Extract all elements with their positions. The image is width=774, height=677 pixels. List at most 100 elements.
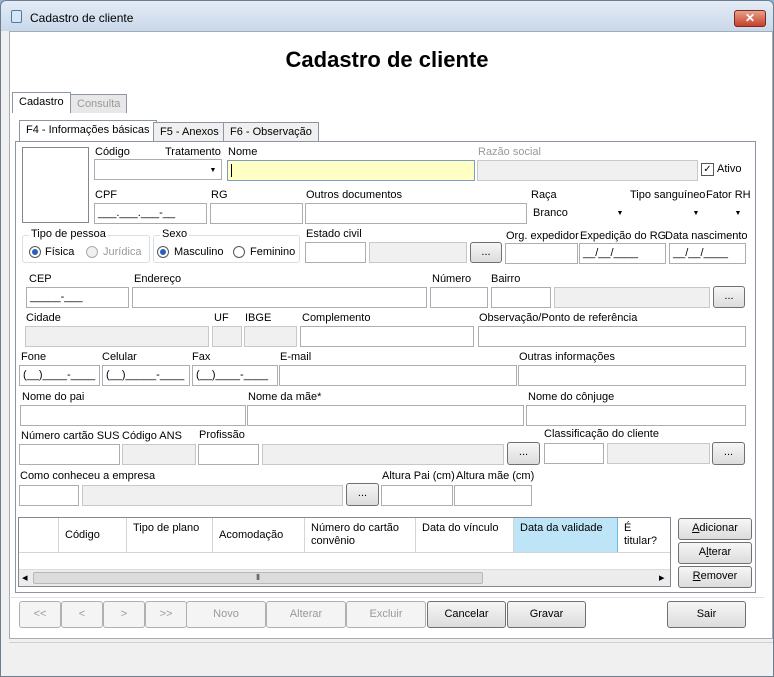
estado-civil-code-input[interactable] [305, 242, 366, 263]
raca-label: Raça [531, 189, 557, 201]
fator-rh-label: Fator RH [706, 189, 751, 201]
ativo-checkbox[interactable]: ✓ [701, 163, 714, 176]
last-record-button[interactable]: >> [145, 601, 187, 628]
grid-column-header[interactable]: Tipo de plano [127, 518, 213, 552]
grid-column-header[interactable]: É titular? [618, 518, 670, 552]
app-icon [11, 10, 22, 23]
profissao-code-input[interactable] [198, 444, 259, 465]
outros-documentos-label: Outros documentos [306, 189, 402, 201]
bairro-search-button[interactable]: ... [713, 286, 745, 308]
first-record-button[interactable]: << [19, 601, 61, 628]
outras-informacoes-input[interactable] [518, 365, 746, 386]
grid-column-header[interactable]: Acomodação [213, 518, 305, 552]
estado-civil-search-button[interactable]: ... [470, 242, 502, 263]
expedicao-rg-label: Expedição do RG [580, 230, 667, 242]
feminino-radio[interactable] [233, 246, 245, 258]
grid-column-header[interactable]: Código [59, 518, 127, 552]
como-conheceu-code-input[interactable] [19, 485, 79, 506]
endereco-label: Endereço [134, 273, 182, 285]
cpf-input[interactable]: ___.___.___-__ [94, 203, 207, 224]
profissao-desc-input [262, 444, 504, 465]
outras-informacoes-label: Outras informações [519, 351, 615, 363]
codigo-ans-input [122, 444, 196, 465]
uf-input [212, 326, 242, 347]
tab-cadastro[interactable]: Cadastro [12, 92, 71, 114]
grid-column-header[interactable]: Data da validade [514, 518, 618, 552]
tab-anexos[interactable]: F5 - Anexos [153, 122, 226, 141]
raca-dropdown-icon[interactable]: ▼ [613, 204, 627, 223]
data-nascimento-input[interactable]: __/__/____ [669, 243, 746, 264]
cep-input[interactable]: _____-___ [26, 287, 129, 308]
fone-input[interactable]: (__)____-____ [19, 365, 100, 386]
rg-input[interactable] [210, 203, 303, 224]
bairro-code-input[interactable] [491, 287, 551, 308]
email-label: E-mail [280, 351, 312, 363]
juridica-label: Jurídica [103, 246, 142, 258]
como-conheceu-search-button[interactable]: ... [346, 483, 379, 506]
grid-column-header[interactable]: Data do vínculo [416, 518, 514, 552]
celular-input[interactable]: (__)_____-____ [102, 365, 190, 386]
tab-info-basicas[interactable]: F4 - Informações básicas [19, 120, 157, 142]
planos-grid[interactable]: Código Tipo de plano Acomodação Número d… [18, 517, 671, 587]
tratamento-dropdown-icon[interactable]: ▼ [206, 161, 220, 180]
cancelar-button[interactable]: Cancelar [427, 601, 506, 628]
classificacao-search-button[interactable]: ... [712, 442, 745, 465]
altura-mae-input[interactable] [454, 485, 532, 506]
grid-column-header[interactable]: Número do cartão convênio [305, 518, 416, 552]
page-title: Cadastro de cliente [285, 47, 489, 72]
alterar-button[interactable]: Alterar [266, 601, 346, 628]
excluir-button[interactable]: Excluir [346, 601, 426, 628]
photo-box[interactable] [22, 147, 89, 223]
tipo-sanguineo-dropdown-icon[interactable]: ▼ [689, 204, 703, 223]
complemento-input[interactable] [300, 326, 474, 347]
scroll-left-icon[interactable]: ◂ [22, 571, 28, 584]
complemento-label: Complemento [302, 312, 371, 324]
close-button[interactable]: ✕ [734, 10, 766, 27]
grid-horizontal-scrollbar[interactable]: ◂ ⦀ ▸ [19, 569, 670, 586]
ibge-label: IBGE [245, 312, 272, 324]
fator-rh-dropdown-icon[interactable]: ▼ [731, 204, 745, 223]
feminino-label: Feminino [250, 246, 296, 258]
sair-button[interactable]: Sair [667, 601, 746, 628]
nome-mae-input[interactable] [247, 405, 524, 426]
observacao-referencia-input[interactable] [478, 326, 746, 347]
classificacao-code-input[interactable] [544, 443, 604, 464]
numero-input[interactable] [430, 287, 488, 308]
outros-documentos-input[interactable] [305, 203, 527, 224]
nome-input[interactable] [227, 160, 475, 181]
razao-social-label: Razão social [478, 146, 541, 158]
fax-label: Fax [192, 351, 211, 363]
nome-conjuge-input[interactable] [526, 405, 746, 426]
classificacao-desc-input [607, 443, 710, 464]
codigo-ans-label: Código ANS [122, 430, 182, 442]
masculino-radio[interactable] [157, 246, 169, 258]
prev-record-button[interactable]: < [61, 601, 103, 628]
nome-pai-input[interactable] [20, 405, 246, 426]
adicionar-button[interactable]: Adicionar [678, 518, 752, 540]
rg-label: RG [211, 189, 228, 201]
expedicao-rg-input[interactable]: __/__/____ [579, 243, 666, 264]
tab-consulta[interactable]: Consulta [70, 94, 128, 113]
email-input[interactable] [279, 365, 517, 386]
alterar-plano-button[interactable]: Alterar [678, 542, 752, 564]
cpf-label: CPF [95, 189, 117, 201]
estado-civil-desc-input [369, 242, 467, 263]
altura-pai-input[interactable] [381, 485, 453, 506]
remover-button[interactable]: Remover [678, 566, 752, 588]
masculino-label: Masculino [174, 246, 224, 258]
profissao-search-button[interactable]: ... [507, 442, 540, 465]
scroll-thumb[interactable]: ⦀ [33, 572, 483, 584]
cartao-sus-input[interactable] [19, 444, 120, 465]
fax-input[interactable]: (__)____-____ [192, 365, 278, 386]
org-expedidor-input[interactable] [505, 243, 578, 264]
novo-button[interactable]: Novo [186, 601, 266, 628]
main-window: Cadastro de cliente ✕ Cadastro de client… [0, 0, 774, 677]
next-record-button[interactable]: > [103, 601, 145, 628]
tab-observacao[interactable]: F6 - Observação [223, 122, 319, 141]
endereco-input[interactable] [132, 287, 427, 308]
fisica-radio[interactable] [29, 246, 41, 258]
bairro-label: Bairro [491, 273, 521, 285]
tratamento-select[interactable] [94, 159, 222, 180]
gravar-button[interactable]: Gravar [507, 601, 586, 628]
scroll-right-icon[interactable]: ▸ [659, 571, 665, 584]
